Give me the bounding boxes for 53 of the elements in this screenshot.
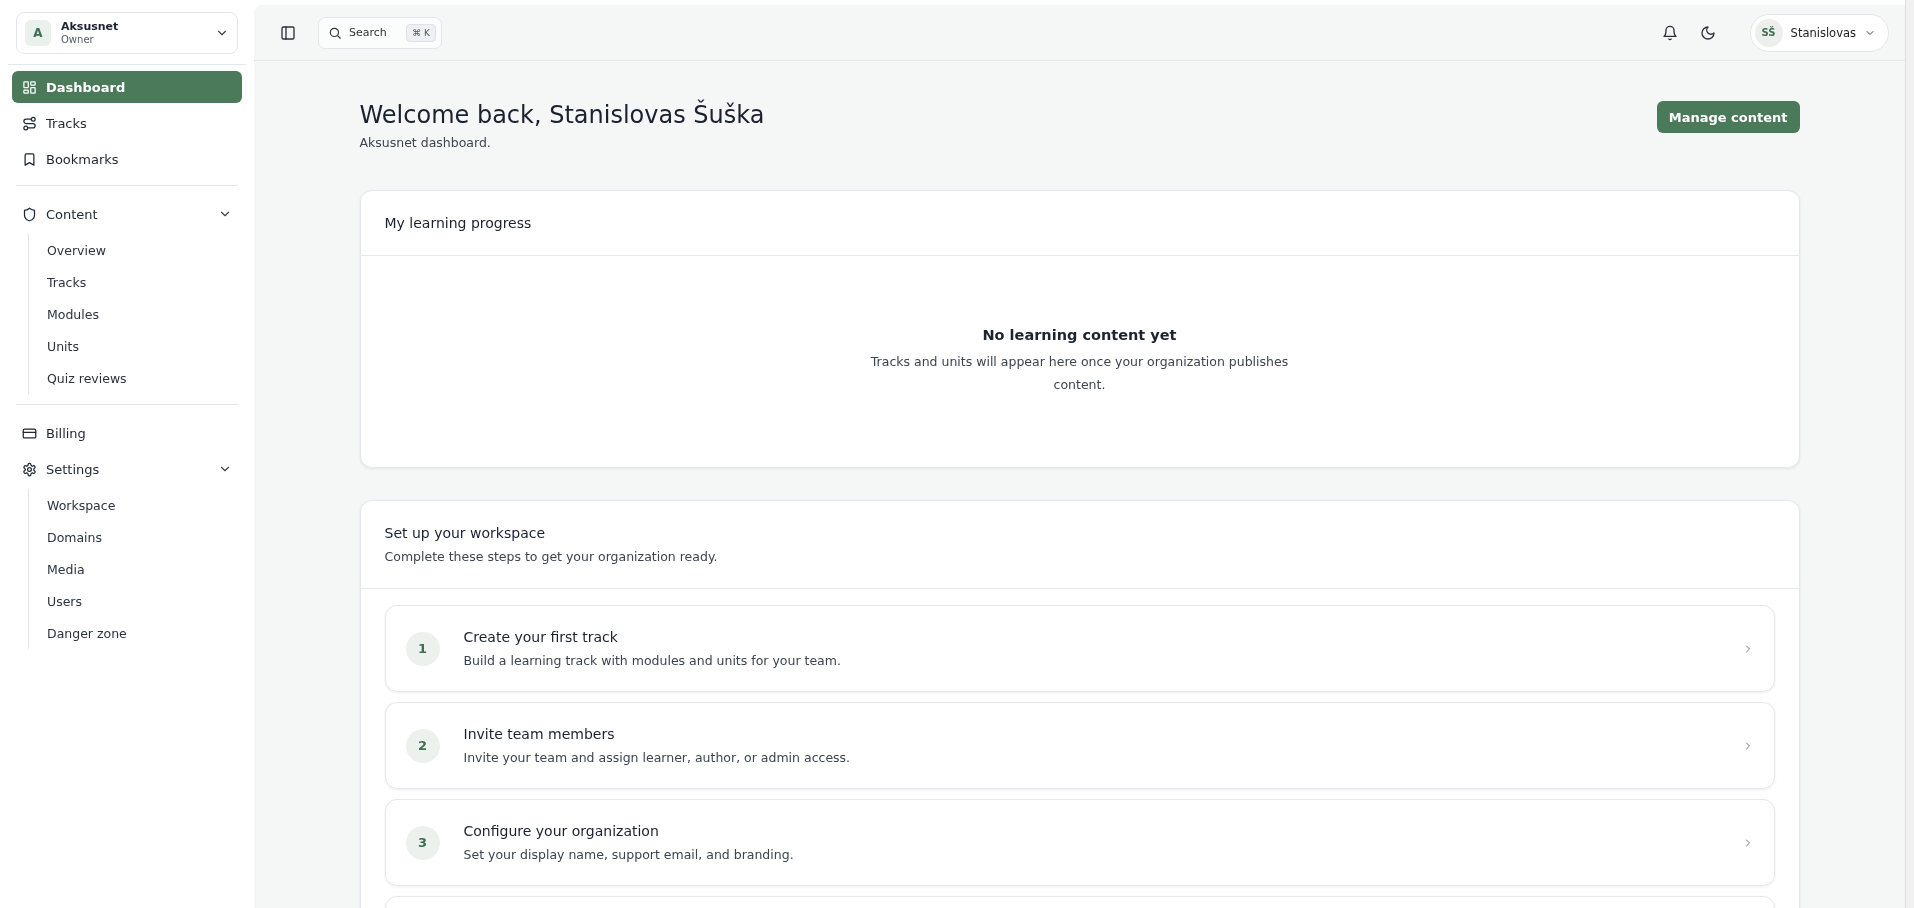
sidebar-subitem[interactable]: Media <box>47 553 242 585</box>
step-title: Create your first track <box>463 629 619 645</box>
card-title: Set up your workspace <box>384 525 547 541</box>
sidebar-subitem[interactable]: Domains <box>47 521 242 553</box>
grid-icon <box>22 79 37 95</box>
step-title: Invite team members <box>463 726 616 742</box>
step-number: 2 <box>405 728 440 763</box>
sidebar-subitem[interactable]: Modules <box>47 298 242 330</box>
manage-content-button[interactable]: Manage content <box>1656 101 1800 133</box>
card-icon <box>22 425 37 441</box>
moon-icon <box>1699 24 1716 41</box>
step-description: Invite your team and assign learner, author, or admin access. <box>463 750 852 765</box>
sidebar-subitem[interactable]: Units <box>47 330 242 362</box>
sidebar-item[interactable]: Dashboard <box>12 71 242 103</box>
user-name: Stanislovas <box>1790 25 1856 40</box>
route-icon <box>22 115 37 131</box>
step-number: 1 <box>405 631 440 666</box>
sidebar-subitem[interactable]: Danger zone <box>47 617 242 649</box>
empty-state-title: No learning content yet <box>982 327 1177 343</box>
user-avatar: SŠ <box>1754 18 1783 47</box>
bookmark-icon <box>22 151 37 167</box>
page-subtitle: Aksusnet dashboard. <box>359 135 492 150</box>
empty-state-text: Tracks and units will appear here once your organization publishes content. <box>869 353 1290 394</box>
organization-switcher[interactable]: A Aksusnet Owner <box>16 12 238 54</box>
sidebar-subitem[interactable]: Quiz reviews <box>47 362 242 394</box>
organization-name: Aksusnet <box>61 20 120 34</box>
sidebar-item[interactable]: Content <box>12 198 242 230</box>
sidebar-subitem[interactable]: Users <box>47 585 242 617</box>
sidebar-item[interactable]: Bookmarks <box>12 143 242 175</box>
card-subtitle: Complete these steps to get your organization ready. <box>384 549 719 564</box>
organization-role: Owner <box>61 33 95 46</box>
step-description: Set your display name, support email, and branding. <box>463 847 795 862</box>
user-menu-button[interactable]: SŠ Stanislovas <box>1749 13 1889 52</box>
sidebar-subitem[interactable]: Workspace <box>47 489 242 521</box>
search-icon <box>328 25 342 40</box>
settings-icon <box>22 461 37 477</box>
sidebar-toggle-icon <box>280 24 296 41</box>
sidebar-subitem[interactable]: Overview <box>47 234 242 266</box>
setup-step[interactable]: 3 Configure your organization Set your display name, support email, and branding. <box>384 799 1775 886</box>
organization-avatar: A <box>25 20 51 46</box>
step-description: Build a learning track with modules and units for your team. <box>463 653 842 668</box>
step-number: 3 <box>405 825 440 860</box>
bell-icon <box>1661 24 1678 41</box>
sidebar-item[interactable]: Settings <box>12 453 242 485</box>
page-title: Welcome back, Stanislovas Šuška <box>359 101 765 129</box>
sidebar-item[interactable]: Billing <box>12 417 242 449</box>
setup-step[interactable]: 2 Invite team members Invite your team and assign learner, author, or admin access. <box>384 702 1775 789</box>
step-title: Configure your organization <box>463 823 660 839</box>
card-title: My learning progress <box>384 215 533 231</box>
shield-icon <box>22 206 37 222</box>
sidebar-subitem[interactable]: Tracks <box>47 266 242 298</box>
sidebar-item[interactable]: Tracks <box>12 107 242 139</box>
setup-step[interactable]: 1 Create your first track Build a learning track with modules and units for your team. <box>384 605 1775 692</box>
